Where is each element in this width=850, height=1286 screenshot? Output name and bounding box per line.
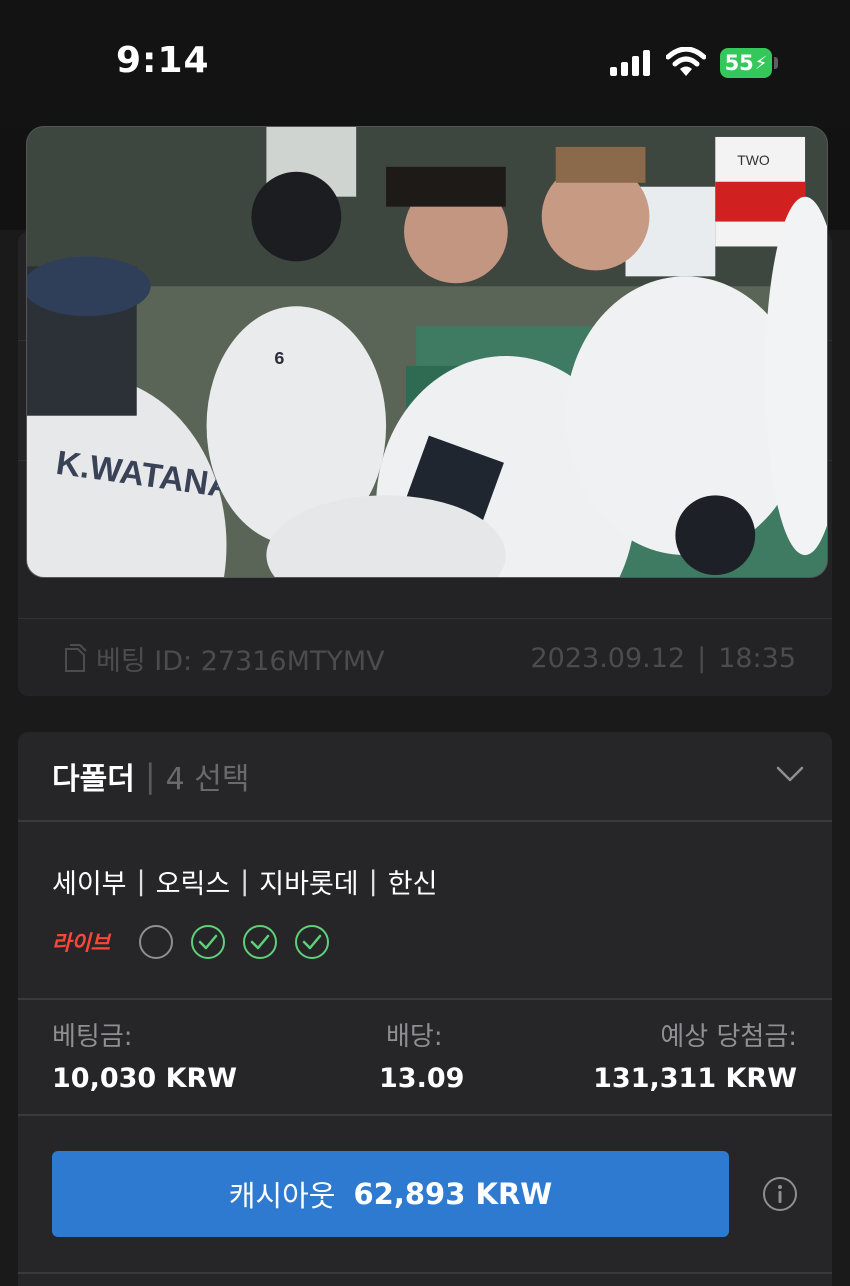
team-separator: | <box>136 866 146 897</box>
section-divider <box>18 1114 832 1116</box>
bet-header[interactable]: 다폴더 | 4 선택 <box>52 752 249 800</box>
team-name: 오릭스 <box>155 869 231 900</box>
stake-label: 베팅금: <box>52 1022 133 1052</box>
section-divider <box>18 1272 832 1274</box>
jersey-number: 6 <box>274 348 284 368</box>
status-bar: 9:14 55 ⚡ <box>0 0 850 128</box>
payout-value: 131,311 KRW <box>593 1063 797 1094</box>
chevron-down-icon[interactable] <box>776 764 804 784</box>
bet-header-separator: | <box>144 757 156 795</box>
battery-level: 55 <box>724 51 754 75</box>
live-status-row: 라이브 <box>52 924 346 960</box>
team-name: 지바롯데 <box>259 869 359 900</box>
team-separator: | <box>240 866 250 897</box>
status-time: 9:14 <box>116 40 210 81</box>
section-divider <box>18 820 832 822</box>
team-separator: | <box>368 866 378 897</box>
video-frame: TWO K.WATANABE 6 <box>27 127 827 577</box>
selection-count: 4 선택 <box>165 762 250 797</box>
ticket-time: 18:35 <box>718 642 796 674</box>
copy-document-icon[interactable] <box>62 643 88 673</box>
bet-type: 다폴더 <box>52 762 135 797</box>
section-divider <box>18 998 832 1000</box>
info-icon[interactable] <box>762 1176 798 1212</box>
odds-value: 13.09 <box>379 1063 465 1094</box>
team-name: 세이부 <box>52 869 127 900</box>
charging-bolt-icon: ⚡ <box>754 52 768 74</box>
pending-circle-icon <box>138 925 173 959</box>
ticket-id-row: 베팅 ID: 27316MTYMV 2023.09.12 | 18:35 <box>18 620 832 696</box>
stake-value: 10,030 KRW <box>52 1063 238 1094</box>
battery-nub <box>774 57 778 69</box>
team-list: 세이부 | 오릭스 | 지바롯데 | 한신 <box>52 862 437 901</box>
check-circle-icon <box>242 925 277 959</box>
check-circle-icon <box>294 925 329 959</box>
cashout-label: 캐시아웃 <box>228 1179 336 1213</box>
cashout-button[interactable]: 캐시아웃 62,893 KRW <box>52 1151 729 1237</box>
cashout-amount: 62,893 KRW <box>353 1177 553 1211</box>
live-video-player[interactable]: TWO K.WATANABE 6 <box>26 126 828 578</box>
signal-icon <box>610 50 650 76</box>
ticket-date-separator: | <box>697 642 707 674</box>
ticket-divider <box>18 618 832 619</box>
ticket-date: 2023.09.12 <box>530 642 686 674</box>
check-circle-icon <box>190 925 225 959</box>
live-label: 라이브 <box>52 931 110 955</box>
payout-label: 예상 당첨금: <box>660 1022 797 1052</box>
banner-text: TWO <box>737 152 770 168</box>
ticket-id[interactable]: 베팅 ID: 27316MTYMV <box>62 639 385 678</box>
ticket-id-label: 베팅 ID: 27316MTYMV <box>96 645 385 677</box>
odds-label: 배당: <box>386 1022 443 1052</box>
wifi-icon <box>666 47 706 76</box>
team-name: 한신 <box>387 869 438 900</box>
ticket-datetime: 2023.09.12 | 18:35 <box>530 643 796 674</box>
battery-icon: 55 ⚡ <box>720 48 772 78</box>
